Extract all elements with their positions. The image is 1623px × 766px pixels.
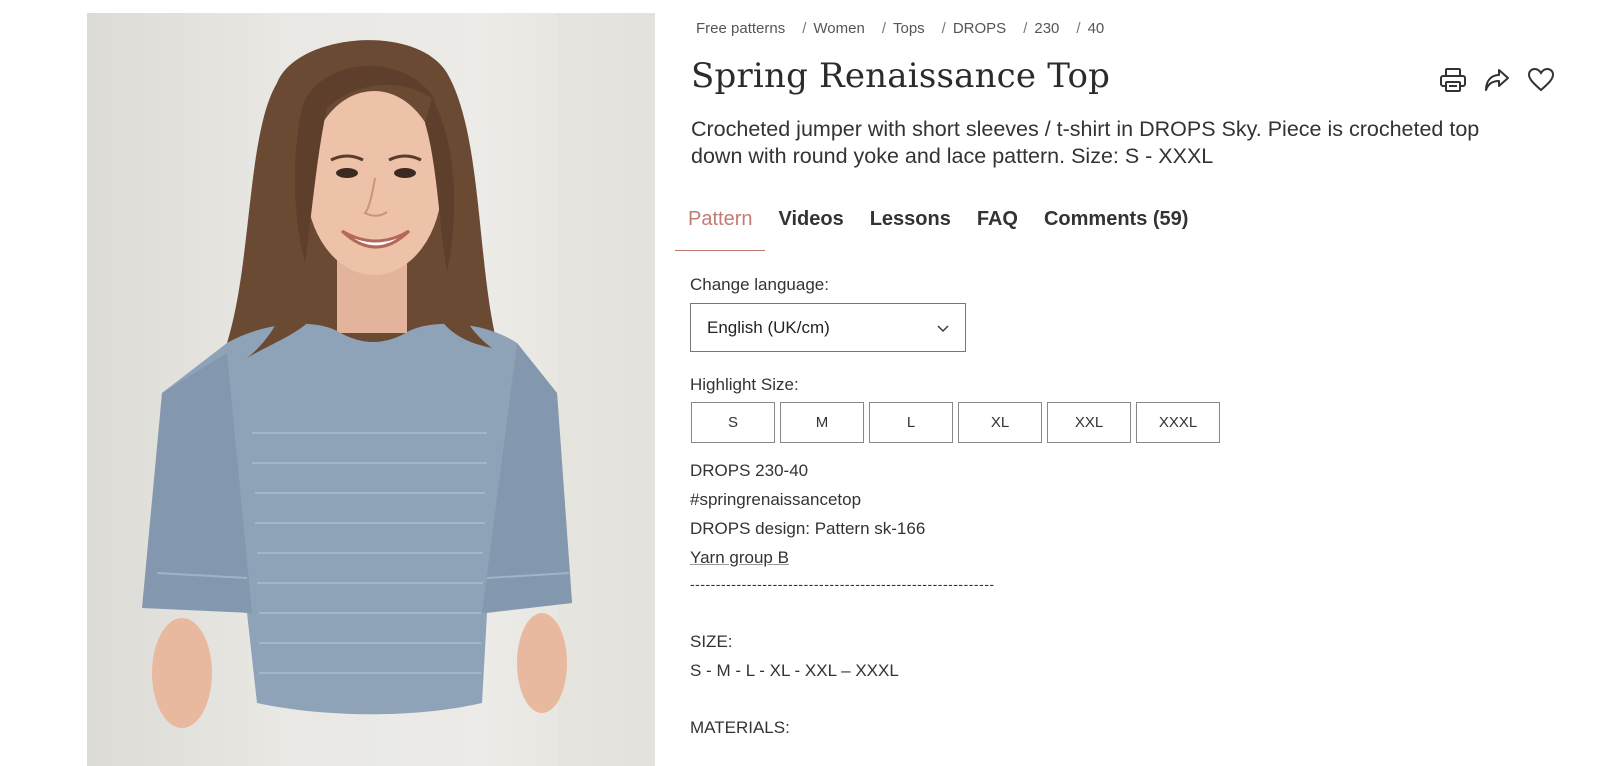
breadcrumb-women[interactable]: Women <box>813 20 864 37</box>
printer-icon[interactable] <box>1437 64 1469 96</box>
breadcrumb: Free patterns / Women / Tops / DROPS/230/40 <box>696 20 1105 37</box>
pattern-info: DROPS 230-40 #springrenaissancetop DROPS… <box>690 460 925 576</box>
pattern-description: Crocheted jumper with short sleeves / t-… <box>691 117 1480 168</box>
tab-comments[interactable]: Comments (59) <box>1031 200 1201 251</box>
breadcrumb-free-patterns[interactable]: Free patterns <box>696 20 785 37</box>
chevron-down-icon <box>937 318 949 338</box>
size-button-s[interactable]: S <box>691 402 775 443</box>
yarn-group-link[interactable]: Yarn group B <box>690 548 789 567</box>
size-button-xxxl[interactable]: XXXL <box>1136 402 1220 443</box>
breadcrumb-40[interactable]: 40 <box>1088 20 1105 37</box>
size-button-l[interactable]: L <box>869 402 953 443</box>
pattern-tabs: Pattern Videos Lessons FAQ Comments (59) <box>675 200 1201 251</box>
breadcrumb-tops[interactable]: Tops <box>893 20 925 37</box>
product-photo <box>87 13 655 766</box>
highlight-size-buttons: S M L XL XXL XXXL <box>691 402 1220 443</box>
change-language-label: Change language: <box>690 275 829 294</box>
language-select[interactable]: English (UK/cm) <box>690 303 966 352</box>
size-button-xxl[interactable]: XXL <box>1047 402 1131 443</box>
pattern-hashtag: #springrenaissancetop <box>690 490 862 509</box>
tab-videos[interactable]: Videos <box>765 200 856 251</box>
size-heading: SIZE: <box>690 632 733 651</box>
breadcrumb-drops[interactable]: DROPS <box>953 20 1006 37</box>
highlight-size-label: Highlight Size: <box>690 375 799 394</box>
language-selected-value: English (UK/cm) <box>707 317 830 337</box>
materials-heading: MATERIALS: <box>690 718 790 737</box>
share-icon[interactable] <box>1481 64 1513 96</box>
heart-icon[interactable] <box>1525 64 1557 96</box>
divider-dashes: ----------------------------------------… <box>690 576 995 592</box>
page-title: Spring Renaissance Top <box>691 56 1111 96</box>
size-list: S - M - L - XL - XXL – XXXL <box>690 661 899 680</box>
pattern-design: DROPS design: Pattern sk-166 <box>690 519 926 538</box>
action-icons <box>1437 64 1557 96</box>
breadcrumb-230[interactable]: 230 <box>1034 20 1059 37</box>
tab-pattern[interactable]: Pattern <box>675 200 766 251</box>
pattern-code: DROPS 230-40 <box>690 461 809 480</box>
tab-faq[interactable]: FAQ <box>964 200 1031 251</box>
size-button-m[interactable]: M <box>780 402 864 443</box>
tab-lessons[interactable]: Lessons <box>857 200 964 251</box>
size-button-xl[interactable]: XL <box>958 402 1042 443</box>
